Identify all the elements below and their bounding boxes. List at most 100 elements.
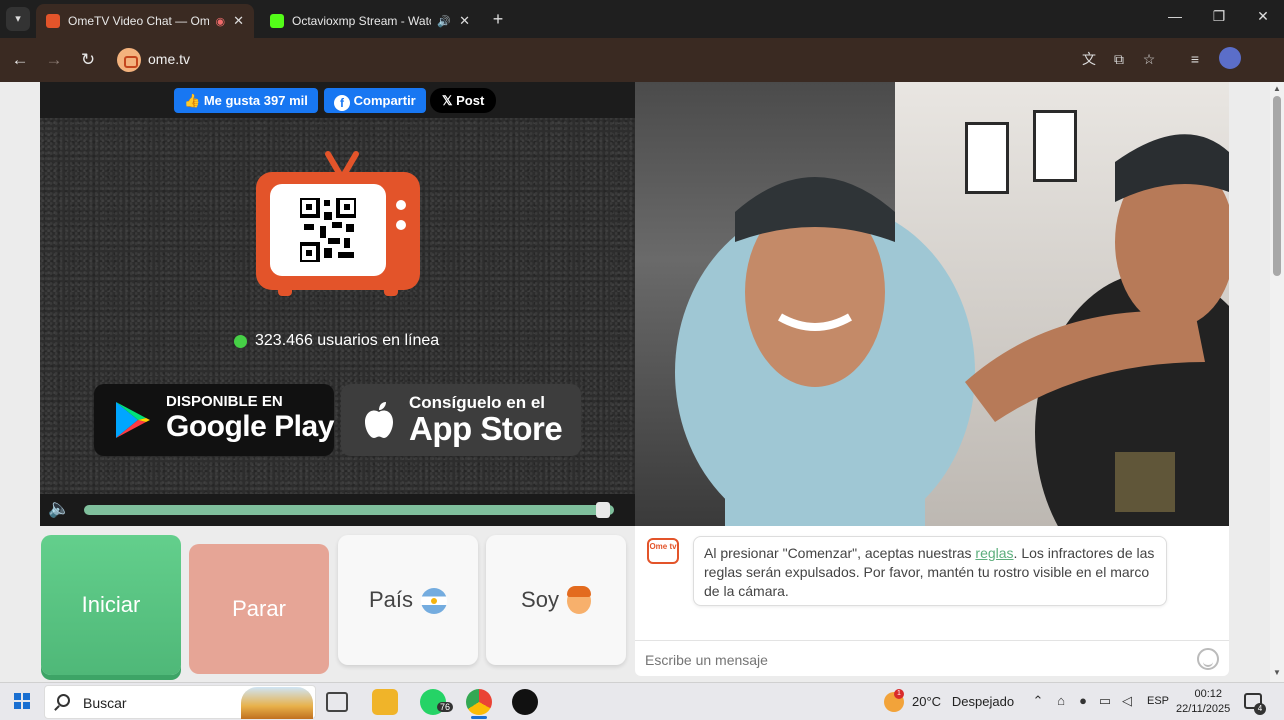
address-bar[interactable]: ome.tv [148,51,190,67]
show-hidden-icons-icon[interactable]: ⌃ [1029,693,1047,709]
share-label: Compartir [353,93,416,108]
kick-favicon-icon [270,14,284,28]
online-users-count: 323.466 usuarios en línea [234,332,439,350]
stop-button[interactable]: Parar [189,544,329,674]
remote-person-video [965,134,1229,526]
microphone-icon[interactable]: ● [1074,693,1092,708]
audio-playing-icon[interactable]: 🔊 [437,15,451,28]
online-status-dot-icon [234,334,247,348]
search-placeholder: Buscar [83,695,127,711]
forward-button[interactable]: → [42,48,66,72]
meet-now-icon[interactable]: ⌂ [1052,693,1070,708]
taskbar-search-box[interactable]: Buscar [44,685,316,719]
chat-message-input[interactable] [645,650,1165,670]
input-language[interactable]: ESP [1147,695,1169,707]
tv-leg [278,288,292,296]
profile-avatar[interactable] [1219,47,1241,69]
task-view-icon[interactable] [326,692,348,712]
chrome-icon[interactable] [466,689,492,715]
facebook-share-button[interactable]: f Compartir [324,88,426,113]
close-tab-icon[interactable]: ✕ [233,13,244,29]
ometv-logo-icon: Ome tv [647,538,679,564]
clock-time: 00:12 [1194,688,1222,700]
chat-panel: Ome tv Al presionar "Comenzar", aceptas … [635,526,1229,676]
app-store-badge[interactable]: Consíguelo en el App Store [341,384,581,456]
network-icon[interactable]: ▭ [1096,693,1114,709]
search-highlight-illustration [241,687,313,719]
volume-icon[interactable]: ◁ [1118,693,1136,709]
local-video-panel: 👍 Me gusta 397 mil f Compartir 𝕏 Post 32… [40,82,635,526]
qr-code-icon [300,198,356,262]
facebook-like-button[interactable]: 👍 Me gusta 397 mil [174,88,318,113]
whatsapp-badge: 76 [437,702,454,712]
close-tab-icon[interactable]: ✕ [459,13,470,29]
minimize-button[interactable]: — [1160,8,1190,24]
weather-widget[interactable]: 20°C Despejado [912,694,1014,709]
emoji-icon[interactable] [1197,648,1219,670]
site-info-icon[interactable] [117,48,141,72]
page-scrollbar[interactable]: ▲ ▼ [1270,82,1284,682]
file-explorer-icon[interactable] [372,689,398,715]
active-app-indicator [471,716,487,719]
gender-select-button[interactable]: Soy [486,535,626,665]
scrollbar-thumb[interactable] [1273,96,1281,276]
country-filter-button[interactable]: País [338,535,478,665]
windows-taskbar: Buscar 76 1 20°C Despejado ⌃ ⌂ ● ▭ ◁ ESP… [0,682,1284,720]
reload-button[interactable]: ↻ [76,48,100,72]
online-users-text: 323.466 usuarios en línea [255,332,440,349]
new-tab-button[interactable]: + [486,8,510,30]
translate-icon[interactable]: 文 [1078,48,1100,70]
qr-code-screen [270,184,386,276]
cast-icon[interactable]: ⧉ [1108,48,1130,70]
browser-titlebar: ▾ OmeTV Video Chat — Ome ◉ ✕ Octavioxmp … [0,0,1284,38]
argentina-flag-icon [421,588,448,615]
gender-label: Soy [521,587,559,612]
search-icon [57,694,70,707]
facebook-icon: f [334,95,350,111]
tab-title: OmeTV Video Chat — Ome [68,14,210,28]
volume-slider[interactable] [84,505,614,515]
speaker-icon[interactable]: 🔈 [48,498,70,519]
boy-avatar-icon [566,586,591,615]
google-play-badge[interactable]: DISPONIBLE EN Google Play [94,384,334,456]
bookmark-star-icon[interactable]: ☆ [1138,48,1160,70]
recording-icon: ◉ [215,15,226,28]
scroll-down-icon[interactable]: ▼ [1273,668,1281,677]
qr-code-tv [256,172,420,296]
scroll-up-icon[interactable]: ▲ [1273,84,1281,93]
volume-control: 🔈 [40,494,635,526]
tv-knob-icon [396,220,406,230]
browser-toolbar: ← → ↻ ome.tv 文 ⧉ ☆ ≡ [0,38,1284,82]
x-post-button[interactable]: 𝕏 Post [430,88,497,113]
tab-kick-stream[interactable]: Octavioxmp Stream - Watc 🔊 ✕ [260,4,480,38]
maximize-button[interactable]: ❐ [1204,8,1234,25]
google-play-icon [116,402,150,438]
country-label: País [368,587,414,612]
tv-knob-icon [396,200,406,210]
app-store-big-text: App Store [409,410,563,447]
reading-list-icon[interactable]: ≡ [1184,48,1206,70]
apple-logo-icon [365,402,393,438]
notification-count-badge: 4 [1254,703,1266,715]
tab-search-button[interactable]: ▾ [6,7,30,31]
back-button[interactable]: ← [8,48,32,72]
volume-slider-handle[interactable] [596,502,611,518]
message-text: Al presionar "Comenzar", aceptas nuestra… [704,545,976,561]
tab-ometv[interactable]: OmeTV Video Chat — Ome ◉ ✕ [36,4,254,38]
system-message-bubble: Al presionar "Comenzar", aceptas nuestra… [693,536,1167,606]
weather-description: Despejado [951,694,1015,709]
clock-date: 22/11/2025 [1176,703,1231,715]
google-play-big-text: Google Play [166,410,334,443]
obs-recorder-icon[interactable] [512,689,538,715]
windows-start-icon[interactable] [14,693,30,709]
x-logo-icon: 𝕏 [442,93,453,108]
tv-leg [384,288,398,296]
divider [635,640,1229,641]
weather-temperature: 20°C [912,694,942,709]
rules-link[interactable]: reglas [975,545,1013,561]
close-window-button[interactable]: ✕ [1248,8,1278,25]
social-share-bar: 👍 Me gusta 397 mil f Compartir 𝕏 Post [40,82,635,118]
system-clock[interactable]: 00:12 22/11/2025 [1176,687,1231,717]
remote-video-panel [635,82,1229,526]
start-button[interactable]: Iniciar [41,535,181,675]
